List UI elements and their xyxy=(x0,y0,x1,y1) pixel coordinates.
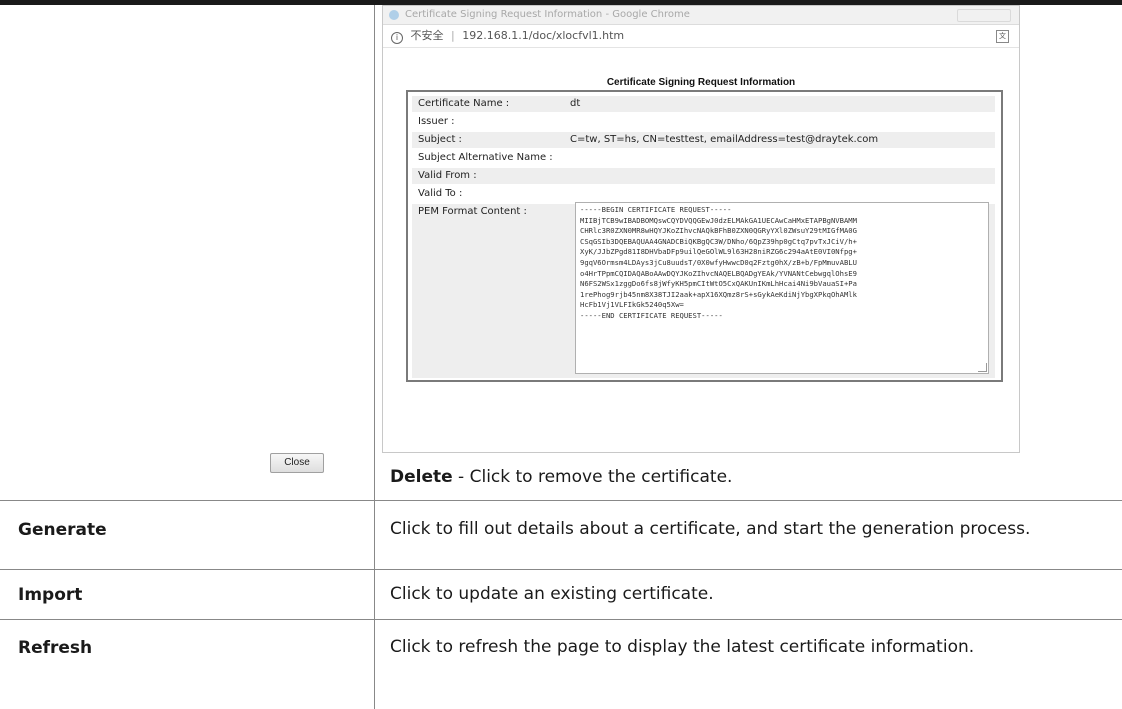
csr-field-label: Subject : xyxy=(418,134,462,145)
csr-field-value: dt xyxy=(570,98,581,109)
row-divider xyxy=(0,500,1122,501)
csr-field-label: Valid From : xyxy=(418,170,477,181)
delete-text: - Click to remove the certificate. xyxy=(452,467,733,487)
csr-field-value: C=tw, ST=hs, CN=testtest, emailAddress=t… xyxy=(570,134,879,145)
popup-titlebar: Certificate Signing Request Information … xyxy=(383,6,1019,25)
row-label-import: Import xyxy=(18,585,83,605)
chrome-favicon-icon xyxy=(389,10,399,20)
row-label-generate: Generate xyxy=(18,520,107,540)
address-separator: | xyxy=(451,29,455,42)
row-desc-refresh: Click to refresh the page to display the… xyxy=(390,637,975,657)
csr-field-label: Certificate Name : xyxy=(418,98,510,109)
pem-content-textarea[interactable]: -----BEGIN CERTIFICATE REQUEST----- MIIB… xyxy=(575,202,989,374)
row-label-refresh: Refresh xyxy=(18,638,93,658)
pem-label: PEM Format Content : xyxy=(418,206,527,217)
pem-content-text: -----BEGIN CERTIFICATE REQUEST----- MIIB… xyxy=(580,205,857,320)
csr-info-table: Certificate Name : dt Issuer : Subject :… xyxy=(406,90,1003,382)
address-url[interactable]: 192.168.1.1/doc/xlocfvl1.htm xyxy=(462,29,624,42)
row-divider xyxy=(0,619,1122,620)
csr-popup-window: Certificate Signing Request Information … xyxy=(382,5,1020,453)
translate-icon[interactable]: 文 xyxy=(996,30,1009,43)
csr-row-issuer: Issuer : xyxy=(412,114,995,130)
csr-row-certificate-name: Certificate Name : dt xyxy=(412,96,995,112)
column-divider xyxy=(374,5,375,709)
csr-field-label: Subject Alternative Name : xyxy=(418,152,553,163)
csr-row-subject-alt-name: Subject Alternative Name : xyxy=(412,150,995,166)
delete-term: Delete xyxy=(390,467,453,487)
window-controls-icon[interactable] xyxy=(957,9,1011,22)
resize-grip-icon[interactable] xyxy=(978,363,987,372)
row-divider xyxy=(0,569,1122,570)
address-security-label: 不安全 xyxy=(410,29,444,42)
row-desc-import: Click to update an existing certificate. xyxy=(390,584,714,604)
row-desc-generate: Click to fill out details about a certif… xyxy=(390,519,1031,539)
csr-row-valid-to: Valid To : xyxy=(412,186,995,202)
info-icon[interactable]: i xyxy=(391,32,403,44)
delete-description: Delete - Click to remove the certificate… xyxy=(390,467,732,487)
close-button[interactable]: Close xyxy=(270,453,324,473)
csr-heading: Certificate Signing Request Information xyxy=(606,77,796,88)
csr-field-label: Valid To : xyxy=(418,188,463,199)
popup-address-bar[interactable]: i 不安全 | 192.168.1.1/doc/xlocfvl1.htm 文 xyxy=(383,25,1019,48)
popup-window-title: Certificate Signing Request Information … xyxy=(405,9,690,20)
csr-row-subject: Subject : C=tw, ST=hs, CN=testtest, emai… xyxy=(412,132,995,148)
csr-field-label: Issuer : xyxy=(418,116,455,127)
csr-row-valid-from: Valid From : xyxy=(412,168,995,184)
